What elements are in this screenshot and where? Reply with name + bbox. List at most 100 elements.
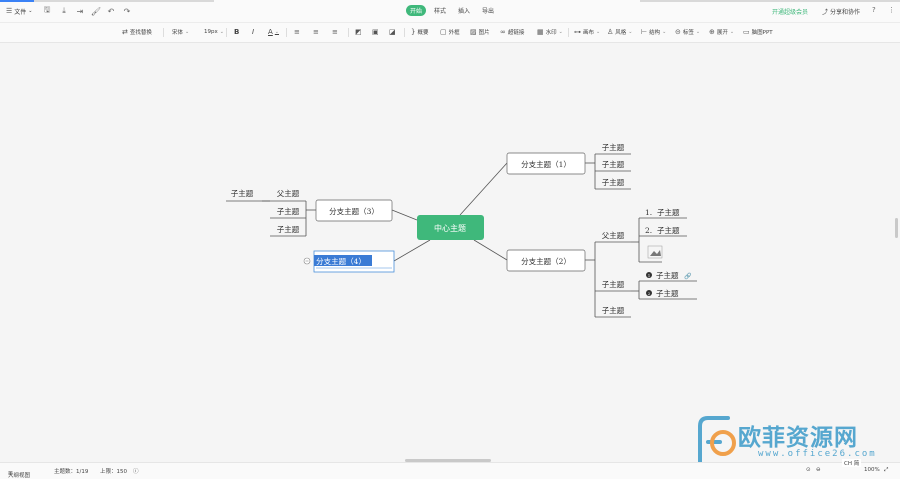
subtopic-marked-2[interactable]: 2 子主题: [646, 288, 679, 298]
font-size-select[interactable]: 19px ⌄: [204, 27, 224, 37]
divider: [404, 28, 405, 37]
share-button[interactable]: ⤴ 分享和协作: [822, 7, 860, 16]
vip-button[interactable]: 开通超级会员: [772, 7, 808, 16]
hyperlink-button[interactable]: ∞ 超链接: [500, 27, 524, 37]
subtopic-left-parent-child[interactable]: 子主题: [231, 188, 254, 198]
mindmap-canvas[interactable]: 中心主题 分支主题（1） 分支主题（2） 分支主题（3） 分支主题（4） 子主题: [0, 43, 900, 462]
tab-start[interactable]: 开始: [406, 5, 427, 16]
parent-topic-b2[interactable]: 父主题: [602, 230, 625, 240]
more-icon[interactable]: ⋮: [888, 6, 895, 14]
fullscreen-icon[interactable]: ⤢: [884, 467, 888, 474]
align-center-icon[interactable]: ≡: [313, 27, 319, 37]
chevron-down-icon: ⌄: [558, 29, 563, 35]
format-painter-icon[interactable]: 🖌: [91, 6, 101, 16]
expand-button[interactable]: ⊕ 展开 ⌄: [709, 27, 734, 37]
structure-label: 结构: [649, 30, 661, 36]
vertical-scrollbar[interactable]: [895, 218, 898, 238]
watermark-button[interactable]: ▦ 水印 ⌄: [537, 27, 563, 37]
undo-icon[interactable]: ↶: [106, 6, 116, 16]
branch-topic-4-editing[interactable]: 分支主题（4）: [303, 250, 395, 273]
layout-button[interactable]: ⊶ 画布 ⌄: [574, 27, 600, 37]
tab-style[interactable]: 样式: [430, 5, 450, 16]
fit-view-icon[interactable]: ⊙: [806, 467, 811, 473]
branch-topic-2[interactable]: 分支主题（2）: [506, 249, 586, 272]
subtopic-b1-1[interactable]: 子主题: [602, 142, 625, 152]
subtopic-numbered-2[interactable]: 子主题: [657, 225, 680, 235]
font-size-value: 19px: [204, 29, 218, 35]
mindmap-svg: 中心主题 分支主题（1） 分支主题（2） 分支主题（3） 分支主题（4） 子主题: [226, 142, 697, 318]
subtopic-b2-a[interactable]: 子主题: [602, 279, 625, 289]
tab-export[interactable]: 导出: [478, 5, 498, 16]
bold-button[interactable]: B: [234, 27, 239, 37]
branch-topic-1[interactable]: 分支主题（1）: [506, 152, 586, 175]
summary-label: 概要: [417, 30, 429, 36]
svg-text:1: 1: [648, 273, 651, 278]
export-icon[interactable]: ⇥: [75, 6, 85, 16]
subtopic-b2-b[interactable]: 子主题: [602, 305, 625, 315]
chevron-down-icon: ⌄: [729, 29, 735, 35]
image-label: 图片: [478, 30, 490, 36]
subtopic-b1-3[interactable]: 子主题: [602, 177, 625, 187]
node-fill-icon[interactable]: ▣: [372, 27, 379, 37]
find-replace-button[interactable]: ⇄ 查找替换: [122, 27, 152, 37]
align-right-icon[interactable]: ≡: [332, 27, 338, 37]
share-label: 分享和协作: [829, 9, 860, 16]
style-label: 风格: [615, 30, 627, 36]
chevron-down-icon: ⌄: [695, 29, 701, 35]
italic-button[interactable]: I: [252, 27, 254, 37]
tag-icon: ⊝: [675, 28, 681, 36]
save-icon[interactable]: 🖫: [42, 5, 52, 16]
format-toolbar: ⇄ 查找替换 宋体 ⌄ 19px ⌄ B I A ⌄ ≡ ≡ ≡ ◩ ▣ ◪ }…: [0, 23, 900, 43]
watermark-logo-icon: [698, 416, 736, 464]
branch-topic-3[interactable]: 分支主题（3）: [315, 199, 393, 222]
image-button[interactable]: ▨ 图片: [470, 27, 490, 37]
node-style-icon[interactable]: ◩: [355, 27, 362, 37]
frame-icon: ▢: [440, 28, 447, 36]
tab-insert[interactable]: 插入: [454, 5, 474, 16]
status-bar: ☰ 大纲视图 主题数：1/19 上限：150 ⓘ ⊙ ⊖ 100% ⤢: [0, 462, 900, 479]
image-icon: ▨: [470, 28, 477, 36]
tab-strip-left: [34, 0, 214, 2]
chevron-down-icon: ⌄: [628, 29, 633, 35]
font-color-button[interactable]: A ⌄: [268, 27, 279, 37]
divider: [568, 28, 569, 37]
node-border-icon[interactable]: ◪: [389, 27, 396, 37]
file-menu[interactable]: ☰ 文件 ⌄: [6, 6, 33, 16]
parent-topic-left[interactable]: 父主题: [277, 188, 300, 198]
align-left-icon[interactable]: ≡: [294, 27, 300, 37]
info-icon[interactable]: ⓘ: [133, 467, 139, 475]
connector-branch3: [391, 209, 418, 221]
font-color-label: A: [268, 28, 273, 36]
tab-strip-right: [640, 0, 900, 2]
zoom-out-icon[interactable]: ⊖: [816, 467, 821, 473]
summary-button[interactable]: } 概要: [411, 27, 428, 37]
subtopic-marked-1[interactable]: 1 子主题 🔗: [646, 270, 692, 280]
branch-topic-1-label: 分支主题（1）: [521, 159, 571, 169]
link-icon[interactable]: 🔗: [684, 272, 692, 280]
hyperlink-label: 超链接: [507, 30, 525, 36]
subtopic-b1-2[interactable]: 子主题: [602, 159, 625, 169]
layout-icon: ⊶: [574, 28, 581, 36]
center-topic[interactable]: 中心主题: [417, 215, 484, 240]
image-node[interactable]: [647, 245, 663, 259]
link-icon: ∞: [500, 28, 506, 36]
redo-icon[interactable]: ↷: [122, 6, 132, 16]
branch-topic-4-label[interactable]: 分支主题（4）: [316, 256, 366, 266]
subtopic-left-1[interactable]: 子主题: [277, 206, 300, 216]
font-family-select[interactable]: 宋体 ⌄: [172, 27, 189, 37]
chevron-down-icon: ⌄: [28, 8, 33, 14]
help-icon[interactable]: ?: [872, 6, 876, 14]
style-button[interactable]: ♙ 风格 ⌄: [607, 27, 633, 37]
layout-label: 画布: [583, 30, 595, 36]
topic-limit: 上限：150: [100, 469, 127, 475]
tag-button[interactable]: ⊝ 标签 ⌄: [675, 27, 700, 37]
structure-button[interactable]: ⊢ 结构 ⌄: [641, 27, 666, 37]
subtopic-left-2[interactable]: 子主题: [277, 224, 300, 234]
chevron-down-icon: ⌄: [185, 29, 190, 35]
subtopic-marked-2-label: 子主题: [656, 288, 679, 298]
frame-button[interactable]: ▢ 外框: [440, 27, 460, 37]
mode-tabs: 开始 样式 插入 导出: [406, 5, 498, 16]
mindmap-ppt-button[interactable]: ▭ 脑图PPT: [743, 27, 773, 37]
download-icon[interactable]: ⤓: [59, 6, 69, 16]
subtopic-numbered-1[interactable]: 子主题: [657, 207, 680, 217]
